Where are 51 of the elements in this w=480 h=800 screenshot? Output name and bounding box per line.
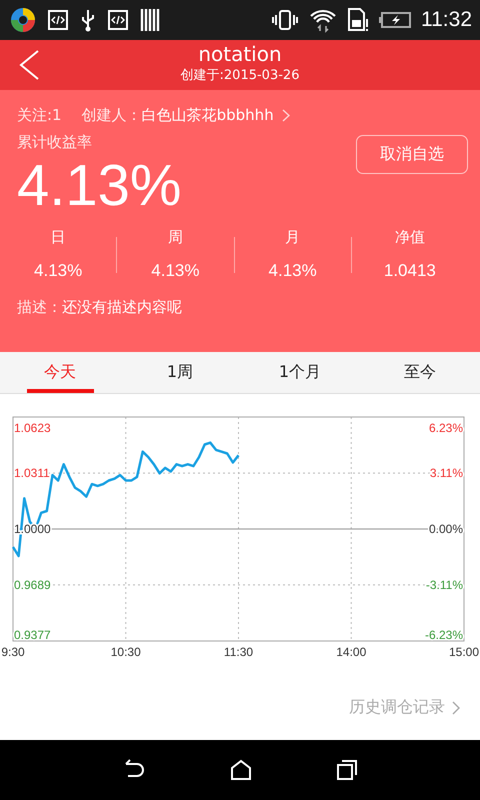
stat-value: 4.13%	[151, 261, 200, 281]
history-link[interactable]: 历史调仓记录	[349, 697, 460, 718]
x-axis-label: 10:30	[110, 645, 141, 659]
stat-label: 净值	[394, 228, 425, 247]
follow-count: 关注:1	[17, 106, 62, 125]
vibrate-icon	[271, 10, 299, 30]
period-tab[interactable]: 1周	[120, 352, 240, 393]
x-axis-label: 11:30	[224, 645, 254, 659]
recents-nav-button[interactable]	[336, 759, 358, 781]
app-logo-icon	[10, 7, 36, 33]
home-nav-button[interactable]	[230, 759, 252, 781]
creator-name[interactable]: 白色山茶花bbbhhh	[142, 106, 274, 125]
description-label: 描述：	[17, 298, 62, 317]
period-tab[interactable]: 1个月	[240, 352, 360, 393]
percent-axis-label: 3.11%	[430, 466, 463, 480]
wifi-icon	[309, 7, 337, 33]
description-text: 还没有描述内容呢	[62, 298, 182, 317]
x-axis-label: 9:30	[1, 645, 25, 659]
percent-axis-label: -6.23%	[424, 628, 463, 642]
period-tab[interactable]: 今天	[0, 352, 120, 393]
percent-axis-label: -3.11%	[426, 578, 463, 592]
stat-value: 4.13%	[34, 261, 82, 281]
percent-axis-label: 0.00%	[428, 522, 463, 536]
stat-label: 周	[168, 228, 183, 247]
created-date: 创建于:2015-03-26	[180, 67, 300, 85]
chevron-right-icon	[452, 700, 460, 714]
page-title: notation	[198, 41, 282, 67]
creator-label: 创建人：	[82, 106, 142, 125]
stat-label: 月	[285, 228, 300, 247]
period-tab[interactable]: 至今	[360, 352, 480, 393]
stat-value: 1.0413	[384, 261, 436, 281]
percent-axis-label: 6.23%	[428, 421, 463, 435]
barcode-icon	[140, 8, 160, 32]
stat-label: 日	[50, 228, 66, 247]
unfollow-button[interactable]: 取消自选	[356, 135, 468, 174]
cumulative-return-value: 4.13%	[17, 154, 182, 218]
battery-icon	[379, 12, 411, 28]
y-axis-label: 0.9377	[14, 628, 51, 642]
sim-card-icon	[347, 7, 369, 33]
x-axis-label: 15:00	[448, 645, 480, 659]
y-axis-label: 0.9689	[14, 578, 51, 592]
code-icon	[48, 10, 68, 30]
y-axis-label: 1.0623	[14, 421, 51, 435]
code-icon	[108, 10, 128, 30]
chevron-right-icon	[282, 109, 290, 122]
clock-time: 11:32	[421, 8, 472, 32]
stat-value: 4.13%	[268, 261, 317, 281]
cumulative-return-label: 累计收益率	[17, 133, 93, 152]
usb-icon	[80, 8, 96, 32]
y-axis-label: 1.0311	[14, 466, 50, 480]
x-axis-label: 14:00	[336, 645, 366, 659]
